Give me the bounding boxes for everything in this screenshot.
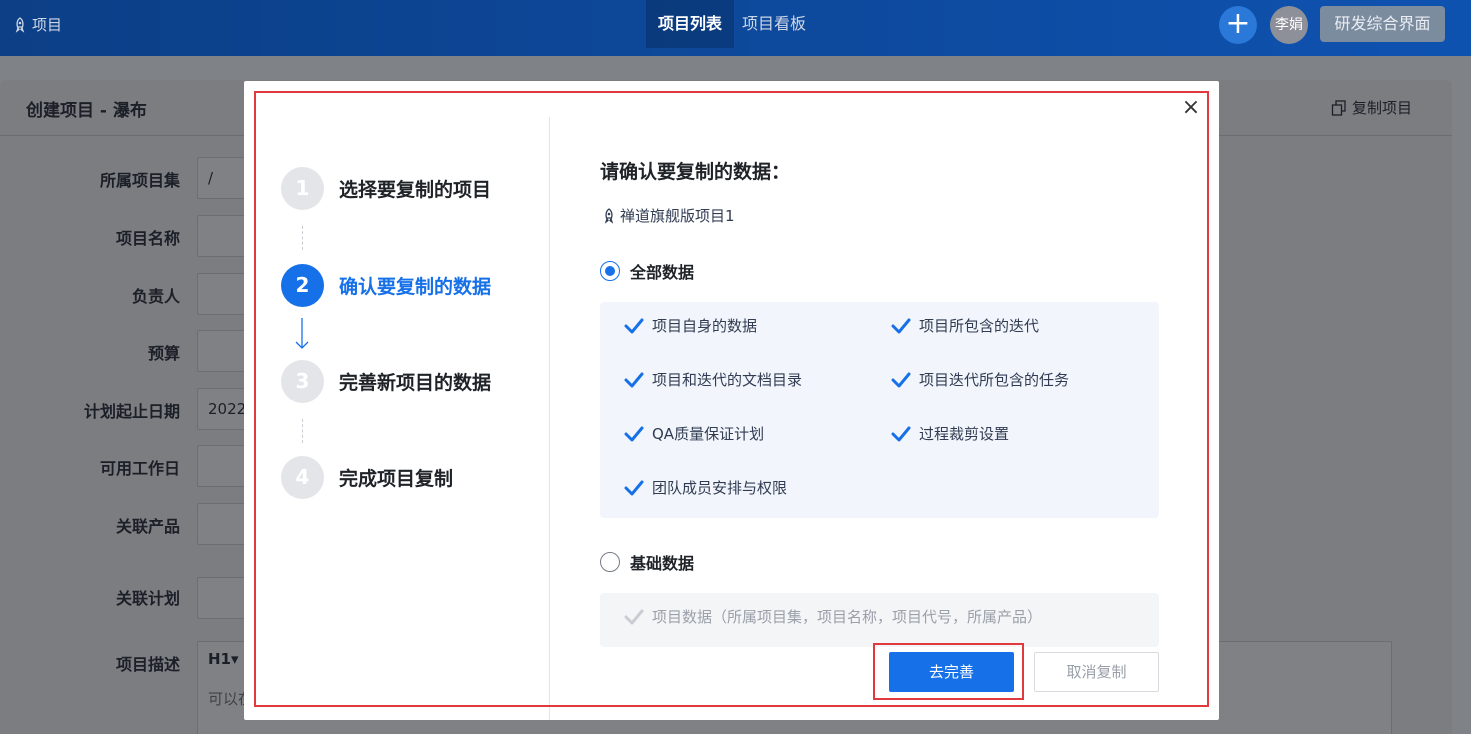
step-1-label: 选择要复制的项目 xyxy=(339,179,492,201)
tab-project-list[interactable]: 项目列表 xyxy=(646,0,735,48)
step-3-number: 3 xyxy=(281,360,324,403)
copy-project-label: 复制项目 xyxy=(1352,99,1413,117)
list-item: 项目数据（所属项目集，项目名称，项目代号，所属产品） xyxy=(624,606,1042,627)
list-item: 团队成员安排与权限 xyxy=(624,477,787,498)
check-icon xyxy=(624,480,644,495)
user-avatar[interactable]: 李娟 xyxy=(1270,6,1308,44)
rocket-icon xyxy=(15,16,25,33)
item-label: QA质量保证计划 xyxy=(652,425,765,443)
source-project-name: 禅道旗舰版项目1 xyxy=(601,205,735,226)
check-icon xyxy=(624,609,644,624)
label-owner: 负责人 xyxy=(131,287,180,306)
label-workdays: 可用工作日 xyxy=(99,459,180,478)
top-navbar: 项目 项目列表 项目看板 + 李娟 研发综合界面 xyxy=(0,0,1471,56)
label-products: 关联产品 xyxy=(115,517,180,536)
check-icon xyxy=(624,318,644,333)
confirm-data-title: 请确认要复制的数据： xyxy=(600,161,791,183)
go-complete-button[interactable]: 去完善 xyxy=(889,652,1014,692)
all-data-label: 全部数据 xyxy=(630,263,695,282)
item-label: 团队成员安排与权限 xyxy=(652,479,788,497)
item-label: 项目数据（所属项目集，项目名称，项目代号，所属产品） xyxy=(652,608,1043,626)
brand-label: 项目 xyxy=(32,16,63,34)
item-label: 项目迭代所包含的任务 xyxy=(919,371,1070,389)
item-label: 项目所包含的迭代 xyxy=(919,317,1040,335)
arrow-down-icon xyxy=(295,318,309,349)
item-label: 项目自身的数据 xyxy=(652,317,758,335)
heading-dropdown[interactable]: H1▾ xyxy=(208,650,239,668)
step-connector xyxy=(302,226,303,250)
list-item: 项目迭代所包含的任务 xyxy=(891,369,1069,390)
step-4-label: 完成项目复制 xyxy=(339,468,454,490)
check-icon xyxy=(891,426,911,441)
basic-data-radio[interactable] xyxy=(600,552,620,572)
step-1-number: 1 xyxy=(281,167,324,210)
project-name-text: 禅道旗舰版项目1 xyxy=(620,207,735,225)
rd-interface-button[interactable]: 研发综合界面 xyxy=(1320,6,1445,42)
label-program: 所属项目集 xyxy=(99,171,180,190)
check-icon xyxy=(624,426,644,441)
list-item: 过程裁剪设置 xyxy=(891,423,1009,444)
cancel-copy-button[interactable]: 取消复制 xyxy=(1034,652,1159,692)
check-icon xyxy=(891,372,911,387)
all-data-radio[interactable] xyxy=(600,261,620,281)
step-2-label: 确认要复制的数据 xyxy=(339,276,492,298)
label-plans: 关联计划 xyxy=(115,589,180,608)
check-icon xyxy=(891,318,911,333)
copy-icon xyxy=(1331,99,1346,116)
project-brand[interactable]: 项目 xyxy=(12,14,62,35)
list-item: 项目和迭代的文档目录 xyxy=(624,369,802,390)
tab-project-kanban[interactable]: 项目看板 xyxy=(730,0,818,48)
step-4-number: 4 xyxy=(281,456,324,499)
plus-icon: + xyxy=(1225,6,1251,41)
step-2: 2 确认要复制的数据 xyxy=(281,264,491,307)
list-item: 项目所包含的迭代 xyxy=(891,315,1039,336)
page-title: 创建项目 - 瀑布 xyxy=(26,101,147,121)
label-plan-dates: 计划起止日期 xyxy=(83,402,180,421)
all-data-option[interactable]: 全部数据 xyxy=(600,259,694,283)
item-label: 过程裁剪设置 xyxy=(919,425,1010,443)
rocket-icon xyxy=(604,207,614,224)
copy-project-link[interactable]: 复制项目 xyxy=(1330,97,1412,118)
step-3-label: 完善新项目的数据 xyxy=(339,372,492,394)
list-item: 项目自身的数据 xyxy=(624,315,757,336)
create-plus-button[interactable]: + xyxy=(1219,6,1257,44)
close-icon[interactable]: × xyxy=(1180,97,1202,119)
step-connector xyxy=(302,419,303,443)
check-icon xyxy=(624,372,644,387)
step-2-number: 2 xyxy=(281,264,324,307)
step-3: 3 完善新项目的数据 xyxy=(281,360,491,403)
label-description: 项目描述 xyxy=(115,655,180,674)
label-project-name: 项目名称 xyxy=(115,229,180,248)
step-1: 1 选择要复制的项目 xyxy=(281,167,491,210)
step-4: 4 完成项目复制 xyxy=(281,456,453,499)
modal-divider xyxy=(549,117,550,720)
basic-data-option[interactable]: 基础数据 xyxy=(600,550,694,574)
item-label: 项目和迭代的文档目录 xyxy=(652,371,803,389)
label-budget: 预算 xyxy=(147,344,180,363)
list-item: QA质量保证计划 xyxy=(624,423,764,444)
basic-data-label: 基础数据 xyxy=(630,554,695,573)
